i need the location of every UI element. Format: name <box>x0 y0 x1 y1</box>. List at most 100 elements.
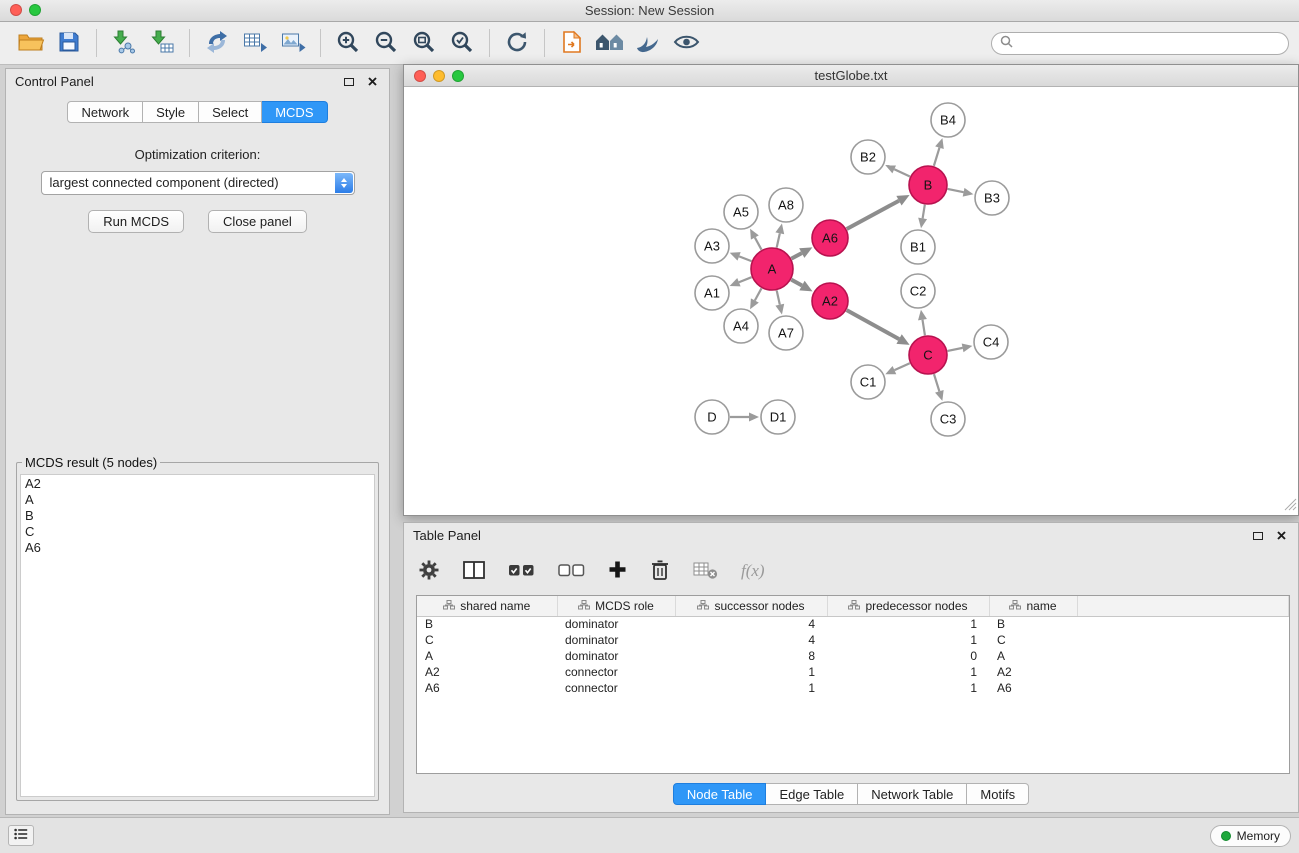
export-image-button[interactable] <box>274 25 312 61</box>
edge-C-C2[interactable] <box>922 320 924 336</box>
node-A[interactable] <box>751 248 793 290</box>
search-input[interactable] <box>1018 36 1280 50</box>
refresh-button[interactable] <box>498 25 536 61</box>
table-row[interactable]: A6connector11A6 <box>417 680 1289 696</box>
export-network-button[interactable] <box>198 25 236 61</box>
tab-network[interactable]: Network <box>67 101 143 123</box>
close-table-panel-button[interactable] <box>1273 528 1289 544</box>
export-table-button[interactable] <box>236 25 274 61</box>
edge-A-A8[interactable] <box>777 233 780 247</box>
network-canvas[interactable]: B4B2BB3A5A8A6B1A3AC2A1A2A4A7C4CC1C3DD1 <box>404 87 1298 515</box>
save-button[interactable] <box>50 25 88 61</box>
node-table-container[interactable]: shared nameMCDS rolesuccessor nodesprede… <box>416 595 1290 774</box>
edge-A-A1[interactable] <box>739 277 752 282</box>
network-close-button[interactable] <box>414 70 426 82</box>
node-B2[interactable] <box>851 140 885 174</box>
edge-B-B4[interactable] <box>934 148 940 166</box>
edge-A-A7[interactable] <box>777 290 780 304</box>
edge-A-A3[interactable] <box>739 256 751 261</box>
edge-A6-B[interactable] <box>847 201 899 229</box>
node-B[interactable] <box>909 166 947 204</box>
table-row[interactable]: Cdominator41C <box>417 632 1289 648</box>
tab-motifs[interactable]: Motifs <box>967 783 1029 805</box>
close-window-button[interactable] <box>10 4 22 16</box>
node-D[interactable] <box>695 400 729 434</box>
float-panel-button[interactable] <box>341 74 357 90</box>
tab-network-table[interactable]: Network Table <box>858 783 967 805</box>
dove-button[interactable] <box>629 25 667 61</box>
add-button[interactable] <box>608 560 627 582</box>
node-B1[interactable] <box>901 230 935 264</box>
criterion-dropdown[interactable]: largest connected component (directed) <box>41 171 355 195</box>
close-panel-button[interactable] <box>364 74 380 90</box>
node-A2[interactable] <box>812 283 848 319</box>
node-A7[interactable] <box>769 316 803 350</box>
edge-C-C3[interactable] <box>934 374 939 391</box>
deselect-all-button[interactable] <box>558 562 585 581</box>
task-history-button[interactable] <box>8 825 34 846</box>
import-network-button[interactable] <box>105 25 143 61</box>
tab-mcds[interactable]: MCDS <box>262 101 327 123</box>
node-A4[interactable] <box>724 309 758 343</box>
select-all-button[interactable] <box>508 562 535 581</box>
node-C[interactable] <box>909 336 947 374</box>
edge-B-B2[interactable] <box>894 169 910 176</box>
mcds-result-item[interactable]: A2 <box>21 476 374 492</box>
mcds-result-item[interactable]: B <box>21 508 374 524</box>
zoom-fit-button[interactable] <box>405 25 443 61</box>
search-box[interactable] <box>991 32 1289 55</box>
zoom-in-button[interactable] <box>329 25 367 61</box>
tab-node-table[interactable]: Node Table <box>673 783 767 805</box>
run-mcds-button[interactable]: Run MCDS <box>88 210 184 233</box>
table-row[interactable]: Adominator80A <box>417 648 1289 664</box>
edge-C-C4[interactable] <box>948 348 963 351</box>
node-A5[interactable] <box>724 195 758 229</box>
edge-A-A6[interactable] <box>791 253 801 259</box>
network-minimize-button[interactable] <box>433 70 445 82</box>
network-zoom-button[interactable] <box>452 70 464 82</box>
mcds-result-item[interactable]: A <box>21 492 374 508</box>
resize-grip-icon[interactable] <box>1284 498 1297 514</box>
zoom-window-button[interactable] <box>29 4 41 16</box>
node-C3[interactable] <box>931 402 965 436</box>
mcds-result-list[interactable]: A2ABCA6 <box>20 474 375 797</box>
gear-button[interactable] <box>418 559 440 584</box>
edge-A-A4[interactable] <box>755 288 762 300</box>
float-table-panel-button[interactable] <box>1250 528 1266 544</box>
eye-button[interactable] <box>667 25 705 61</box>
fx-button[interactable]: f(x) <box>741 561 765 581</box>
node-A3[interactable] <box>695 229 729 263</box>
memory-button[interactable]: Memory <box>1210 825 1291 847</box>
tab-edge-table[interactable]: Edge Table <box>766 783 858 805</box>
node-A6[interactable] <box>812 220 848 256</box>
table-row[interactable]: A2connector11A2 <box>417 664 1289 680</box>
tab-select[interactable]: Select <box>199 101 262 123</box>
delete-table-button[interactable] <box>693 560 718 583</box>
edge-A-A2[interactable] <box>791 280 802 286</box>
node-B3[interactable] <box>975 181 1009 215</box>
edge-A2-C[interactable] <box>847 310 899 339</box>
node-C1[interactable] <box>851 365 885 399</box>
node-A1[interactable] <box>695 276 729 310</box>
tab-style[interactable]: Style <box>143 101 199 123</box>
trash-button[interactable] <box>650 559 670 584</box>
node-A8[interactable] <box>769 188 803 222</box>
table-row[interactable]: Bdominator41B <box>417 616 1289 632</box>
homes-button[interactable] <box>591 25 629 61</box>
node-D1[interactable] <box>761 400 795 434</box>
column-header-successor-nodes[interactable]: successor nodes <box>675 596 827 616</box>
column-header-MCDS-role[interactable]: MCDS role <box>557 596 675 616</box>
folder-open-button[interactable] <box>12 25 50 61</box>
node-C2[interactable] <box>901 274 935 308</box>
column-header-name[interactable]: name <box>989 596 1077 616</box>
mcds-result-item[interactable]: C <box>21 524 374 540</box>
zoom-out-button[interactable] <box>367 25 405 61</box>
edge-C-C1[interactable] <box>894 363 909 370</box>
import-table-button[interactable] <box>143 25 181 61</box>
document-button[interactable] <box>553 25 591 61</box>
columns-button[interactable] <box>463 560 485 583</box>
zoom-selected-button[interactable] <box>443 25 481 61</box>
node-C4[interactable] <box>974 325 1008 359</box>
column-header-predecessor-nodes[interactable]: predecessor nodes <box>827 596 989 616</box>
node-B4[interactable] <box>931 103 965 137</box>
